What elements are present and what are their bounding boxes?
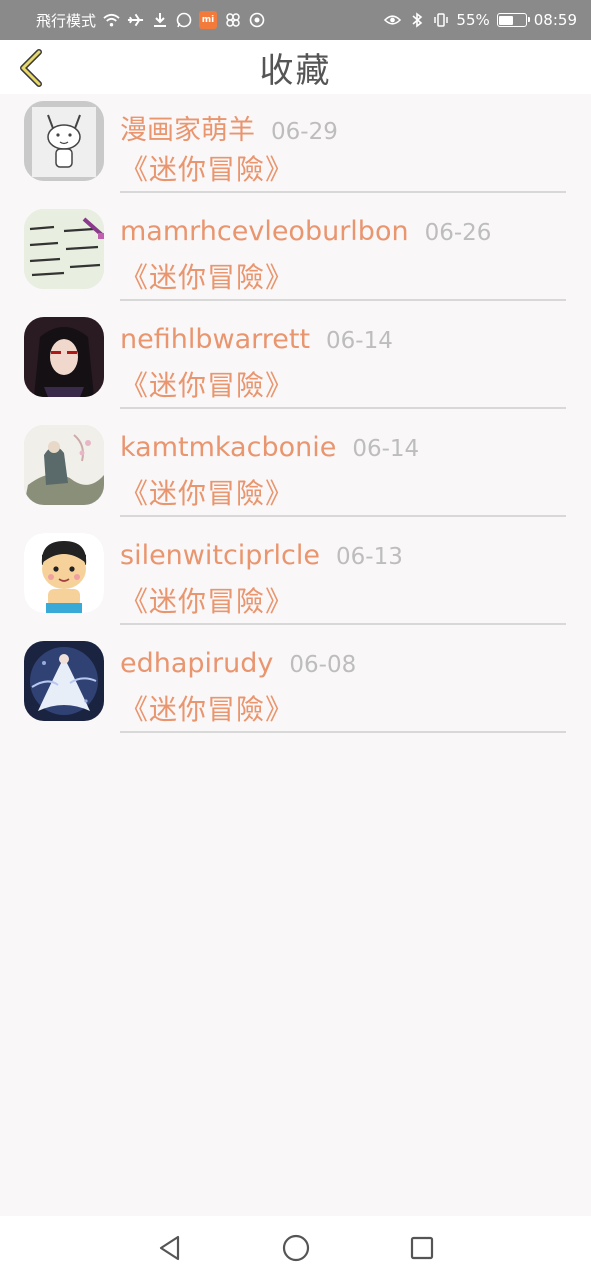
battery-percent: 55%: [456, 11, 490, 29]
wifi-icon: [103, 12, 120, 29]
favorite-text: silenwitciprlcle 06-13 《迷你冒險》: [120, 540, 566, 620]
recents-square-icon: [410, 1236, 433, 1260]
status-bar-right: 55% 08:59: [384, 11, 577, 29]
work-title[interactable]: 《迷你冒險》: [120, 148, 566, 188]
favorite-item[interactable]: silenwitciprlcle 06-13 《迷你冒險》: [0, 526, 591, 634]
avatar[interactable]: [24, 641, 104, 721]
favorite-item[interactable]: nefihlbwarrett 06-14 《迷你冒險》: [0, 310, 591, 418]
work-title[interactable]: 《迷你冒險》: [120, 364, 566, 404]
status-bar: 飛行模式 mi 55% 08:59: [0, 0, 591, 40]
divider: [120, 515, 566, 517]
eye-icon: [384, 12, 402, 29]
favorite-item[interactable]: edhapirudy 06-08 《迷你冒險》: [0, 634, 591, 742]
work-title[interactable]: 《迷你冒險》: [120, 688, 566, 728]
author-name[interactable]: nefihlbwarrett: [120, 324, 310, 355]
pinwheel-icon: [224, 12, 241, 29]
divider: [120, 191, 566, 193]
author-name[interactable]: 漫画家萌羊: [120, 108, 255, 147]
favorite-item[interactable]: mamrhcevleoburlbon 06-26 《迷你冒險》: [0, 202, 591, 310]
divider: [120, 623, 566, 625]
favorite-text: nefihlbwarrett 06-14 《迷你冒險》: [120, 324, 566, 404]
nav-recents-button[interactable]: [403, 1229, 441, 1267]
vibrate-icon: [432, 12, 449, 29]
favorite-text: mamrhcevleoburlbon 06-26 《迷你冒險》: [120, 216, 566, 296]
favorite-item[interactable]: 漫画家萌羊 06-29 《迷你冒險》: [0, 94, 591, 202]
author-name[interactable]: kamtmkacbonie: [120, 432, 336, 463]
avatar[interactable]: [24, 101, 104, 181]
chevron-left-icon: [20, 49, 42, 87]
avatar[interactable]: [24, 317, 104, 397]
favorite-text: kamtmkacbonie 06-14 《迷你冒險》: [120, 432, 566, 512]
clock: 08:59: [533, 11, 577, 29]
work-title[interactable]: 《迷你冒險》: [120, 580, 566, 620]
avatar[interactable]: [24, 209, 104, 289]
whatsapp-icon: [175, 12, 192, 29]
mi-icon: mi: [199, 11, 218, 29]
author-name[interactable]: edhapirudy: [120, 648, 273, 679]
favorite-text: edhapirudy 06-08 《迷你冒險》: [120, 648, 566, 728]
favorites-list: 漫画家萌羊 06-29 《迷你冒險》 mamrhcevleoburlbon 06…: [0, 94, 591, 742]
chrome-icon: [248, 12, 265, 29]
author-name[interactable]: mamrhcevleoburlbon: [120, 216, 409, 247]
favorite-date: 06-29: [271, 119, 338, 145]
avatar[interactable]: [24, 533, 104, 613]
home-circle-icon: [282, 1234, 309, 1262]
back-triangle-icon: [159, 1235, 179, 1261]
favorite-date: 06-13: [336, 544, 403, 570]
status-bar-left: 飛行模式 mi: [36, 10, 265, 31]
page-title: 收藏: [259, 50, 332, 91]
back-button[interactable]: [14, 48, 48, 88]
divider: [120, 407, 566, 409]
download-icon: [151, 12, 168, 29]
battery-level: [499, 15, 514, 25]
bluetooth-icon: [408, 12, 425, 29]
title-bar: 收藏: [0, 40, 591, 94]
favorite-date: 06-08: [289, 652, 357, 678]
work-title[interactable]: 《迷你冒險》: [120, 256, 566, 296]
airplane-icon: [127, 12, 144, 29]
avatar[interactable]: [24, 425, 104, 505]
favorite-item[interactable]: kamtmkacbonie 06-14 《迷你冒險》: [0, 418, 591, 526]
airplane-mode-text: 飛行模式: [36, 11, 97, 30]
divider: [120, 299, 566, 301]
favorite-text: 漫画家萌羊 06-29 《迷你冒險》: [120, 108, 566, 188]
system-nav-bar: [0, 1216, 591, 1280]
author-name[interactable]: silenwitciprlcle: [120, 540, 320, 571]
favorite-date: 06-14: [326, 328, 393, 354]
nav-home-button[interactable]: [277, 1229, 315, 1267]
divider: [120, 731, 566, 733]
favorite-date: 06-26: [424, 220, 492, 246]
favorite-date: 06-14: [352, 436, 420, 462]
battery-icon: [496, 13, 530, 27]
work-title[interactable]: 《迷你冒險》: [120, 472, 566, 512]
nav-back-button[interactable]: [151, 1229, 189, 1267]
